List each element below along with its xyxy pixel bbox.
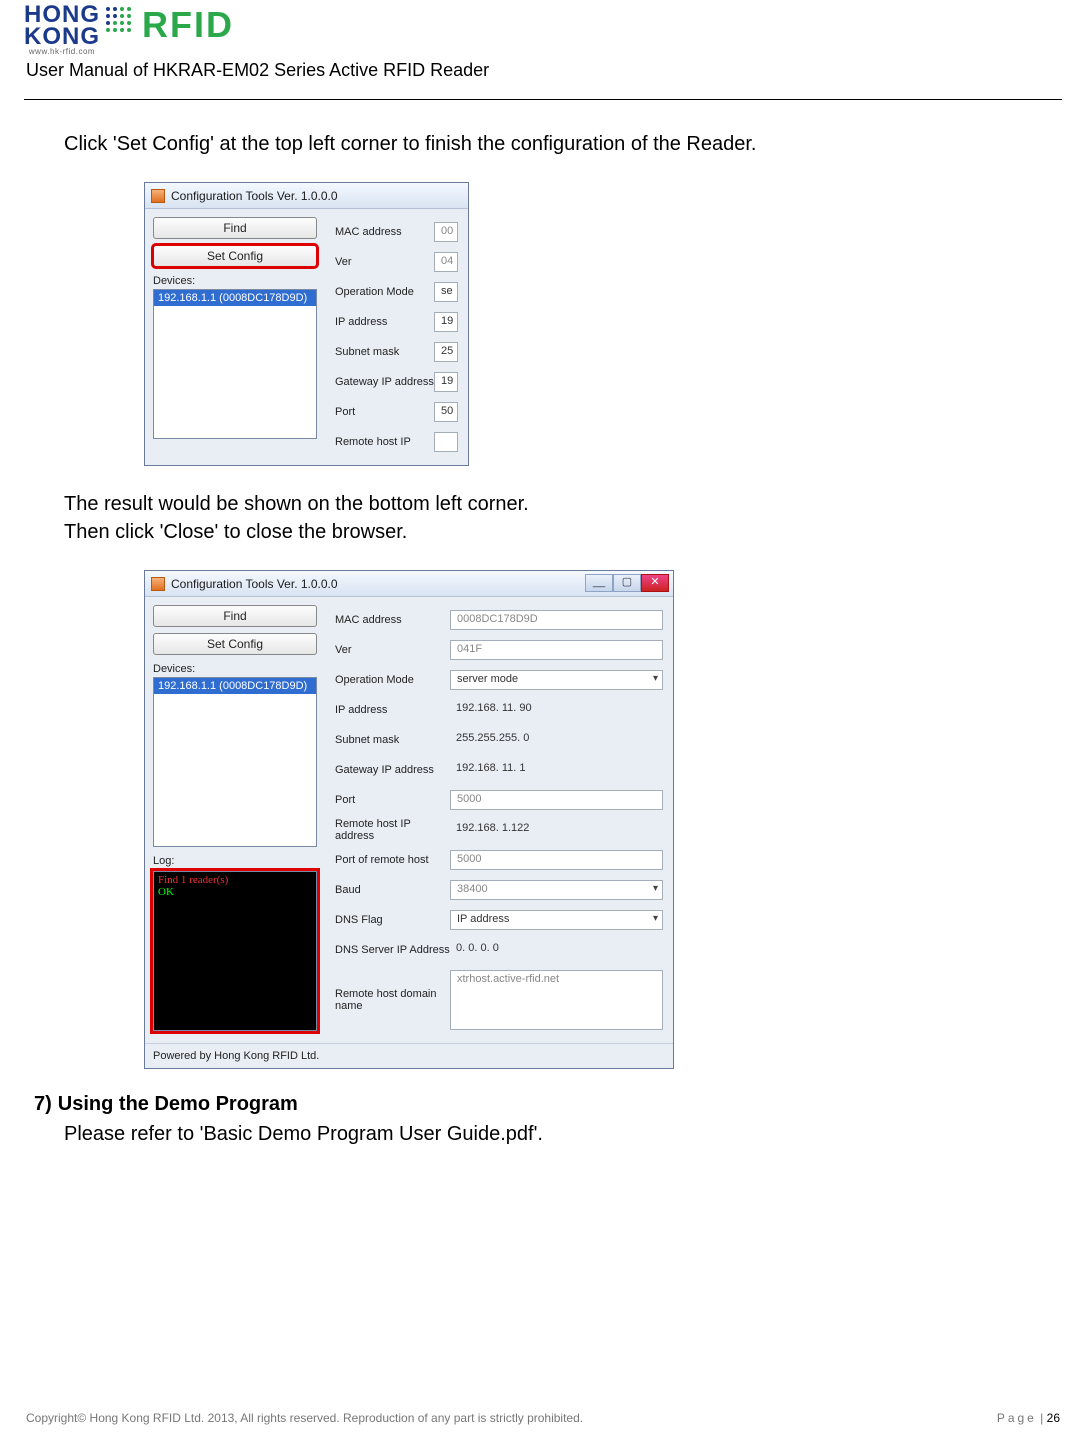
- logo-url: www.hk-rfid.com: [24, 47, 100, 56]
- field-gateway: Gateway IP address192.168. 11. 1: [335, 755, 663, 785]
- field-baud: Baud38400: [335, 875, 663, 905]
- logo-dots-icon: [106, 4, 136, 34]
- instruction-2: The result would be shown on the bottom …: [64, 490, 1062, 546]
- field-ver: Ver041F: [335, 635, 663, 665]
- screenshot-set-config: Configuration Tools Ver. 1.0.0.0 Find Se…: [144, 182, 1062, 466]
- field-opmode: Operation Modese: [335, 277, 458, 307]
- field-ip: IP address192.168. 11. 90: [335, 695, 663, 725]
- field-gateway: Gateway IP address19: [335, 367, 458, 397]
- field-dns-flag: DNS FlagIP address: [335, 905, 663, 935]
- list-item[interactable]: 192.168.1.1 (0008DC178D9D): [154, 290, 316, 306]
- window-title: Configuration Tools Ver. 1.0.0.0: [171, 577, 338, 591]
- field-mac: MAC address0008DC178D9D: [335, 605, 663, 635]
- logo-hongkong: HONGKONG: [24, 4, 100, 47]
- logo: HONGKONG www.hk-rfid.com RFID: [24, 0, 1062, 56]
- app-icon: [151, 189, 165, 203]
- field-remote-host-port: Port of remote host5000: [335, 845, 663, 875]
- close-button[interactable]: ✕: [641, 574, 669, 592]
- log-line: OK: [158, 886, 312, 898]
- field-ver: Ver04: [335, 247, 458, 277]
- screenshot-result: Configuration Tools Ver. 1.0.0.0 __ ▢ ✕ …: [144, 570, 1062, 1069]
- field-opmode: Operation Modeserver mode: [335, 665, 663, 695]
- instruction-1: Click 'Set Config' at the top left corne…: [64, 130, 1062, 158]
- window-footer: Powered by Hong Kong RFID Ltd.: [145, 1043, 673, 1068]
- field-port: Port50: [335, 397, 458, 427]
- maximize-button[interactable]: ▢: [613, 574, 641, 592]
- devices-label: Devices:: [153, 663, 317, 675]
- log-output: Find 1 reader(s) OK: [153, 871, 317, 1031]
- field-subnet: Subnet mask25: [335, 337, 458, 367]
- find-button[interactable]: Find: [153, 605, 317, 627]
- app-icon: [151, 577, 165, 591]
- field-mac: MAC address00: [335, 217, 458, 247]
- log-line: Find 1 reader(s): [158, 874, 312, 886]
- devices-listbox[interactable]: 192.168.1.1 (0008DC178D9D): [153, 289, 317, 439]
- field-port: Port5000: [335, 785, 663, 815]
- field-remote-host-ip: Remote host IP address192.168. 1.122: [335, 815, 663, 845]
- window-titlebar: Configuration Tools Ver. 1.0.0.0 __ ▢ ✕: [145, 571, 673, 597]
- manual-title: User Manual of HKRAR-EM02 Series Active …: [26, 60, 1062, 81]
- list-item[interactable]: 192.168.1.1 (0008DC178D9D): [154, 678, 316, 694]
- field-dns-server-ip: DNS Server IP Address 0. 0. 0. 0: [335, 935, 663, 965]
- logo-rfid: RFID: [142, 4, 234, 46]
- section-7-text: Please refer to 'Basic Demo Program User…: [64, 1120, 1062, 1148]
- devices-label: Devices:: [153, 275, 317, 287]
- field-subnet: Subnet mask255.255.255. 0: [335, 725, 663, 755]
- copyright: Copyright© Hong Kong RFID Ltd. 2013, All…: [26, 1411, 583, 1425]
- page-number: Page | 26: [997, 1411, 1060, 1425]
- field-remote-host-ip: Remote host IP: [335, 427, 458, 457]
- field-ip: IP address19: [335, 307, 458, 337]
- set-config-button[interactable]: Set Config: [153, 245, 317, 267]
- devices-listbox[interactable]: 192.168.1.1 (0008DC178D9D): [153, 677, 317, 847]
- divider: [24, 99, 1062, 100]
- find-button[interactable]: Find: [153, 217, 317, 239]
- log-label: Log:: [153, 855, 317, 867]
- set-config-button[interactable]: Set Config: [153, 633, 317, 655]
- window-titlebar: Configuration Tools Ver. 1.0.0.0: [145, 183, 468, 209]
- field-remote-host-domain: Remote host domain namextrhost.active-rf…: [335, 965, 663, 1035]
- window-title: Configuration Tools Ver. 1.0.0.0: [171, 189, 338, 203]
- section-7-heading: 7) Using the Demo Program: [34, 1093, 1062, 1116]
- minimize-button[interactable]: __: [585, 574, 613, 592]
- page-footer: Copyright© Hong Kong RFID Ltd. 2013, All…: [0, 1411, 1086, 1425]
